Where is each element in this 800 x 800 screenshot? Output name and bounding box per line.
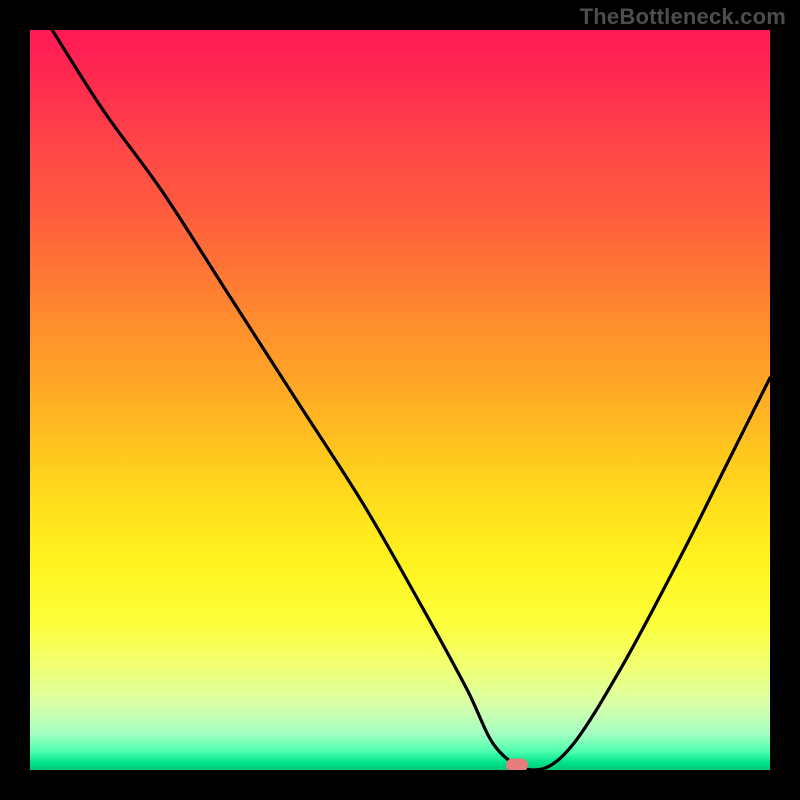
curve-path [52,30,770,770]
optimal-point-marker [506,758,528,770]
watermark-text: TheBottleneck.com [580,4,786,30]
plot-area [30,30,770,770]
bottleneck-curve [30,30,770,770]
chart-frame: TheBottleneck.com [0,0,800,800]
